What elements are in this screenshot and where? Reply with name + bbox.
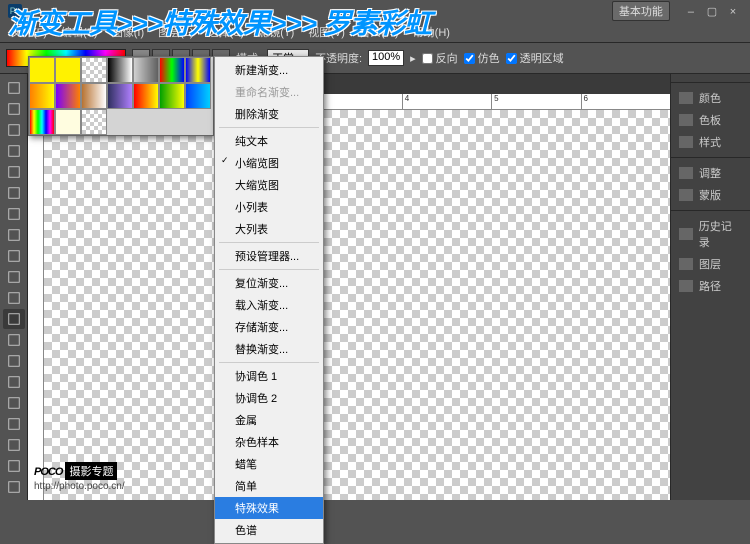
flyout-item[interactable]: 小缩览图	[215, 152, 323, 174]
move-tool[interactable]	[3, 78, 25, 98]
flyout-item: 重命名渐变...	[215, 81, 323, 103]
marquee-tool[interactable]	[3, 99, 25, 119]
gradient-swatch[interactable]	[107, 57, 133, 83]
flyout-item[interactable]: 删除渐变	[215, 103, 323, 125]
panel-paths[interactable]: 路径	[671, 275, 750, 297]
vertical-ruler	[28, 110, 44, 500]
canvas-transparency-checkerboard[interactable]	[44, 110, 670, 500]
layers-icon	[679, 258, 693, 270]
swatches-icon	[679, 114, 693, 126]
flyout-item[interactable]: 协调色 2	[215, 387, 323, 409]
gradient-swatch[interactable]	[185, 83, 211, 109]
panel-mask[interactable]: 蒙版	[671, 184, 750, 206]
gradient-swatch[interactable]	[29, 109, 55, 135]
reverse-checkbox[interactable]: 反向	[422, 50, 458, 66]
flyout-item[interactable]: 存储渐变...	[215, 316, 323, 338]
gradient-swatch[interactable]	[81, 57, 107, 83]
panel-dock: 颜色色板样式调整蒙版历史记录图层路径	[670, 74, 750, 500]
flyout-item[interactable]: 金属	[215, 409, 323, 431]
gradient-swatch[interactable]	[81, 109, 107, 135]
dodge-tool[interactable]	[3, 351, 25, 371]
flyout-item[interactable]: 简单	[215, 475, 323, 497]
flyout-item[interactable]: 特殊效果	[215, 497, 323, 519]
gradient-swatch[interactable]	[159, 57, 185, 83]
gradient-swatch[interactable]	[133, 57, 159, 83]
adjust-icon	[679, 167, 693, 179]
type-tool[interactable]	[3, 393, 25, 413]
flyout-item[interactable]: 大列表	[215, 218, 323, 240]
panel-history[interactable]: 历史记录	[671, 215, 750, 253]
eraser-tool[interactable]	[3, 288, 25, 308]
gradient-swatch[interactable]	[81, 83, 107, 109]
flyout-item[interactable]: 替换渐变...	[215, 338, 323, 360]
canvas-area: 未标题-1 @ ... × 0123456	[28, 74, 670, 500]
flyout-item[interactable]: 协调色 1	[215, 365, 323, 387]
gradient-swatch[interactable]	[107, 83, 133, 109]
gradient-swatch[interactable]	[55, 57, 81, 83]
flyout-item[interactable]: 蜡笔	[215, 453, 323, 475]
history-icon	[679, 228, 693, 240]
paths-icon	[679, 280, 693, 292]
dither-checkbox[interactable]: 仿色	[464, 50, 500, 66]
toolbox	[0, 74, 28, 500]
eyedropper-tool[interactable]	[3, 183, 25, 203]
gradient-swatch[interactable]	[185, 57, 211, 83]
opacity-input[interactable]: 100%	[368, 50, 404, 66]
heal-tool[interactable]	[3, 204, 25, 224]
panel-swatches[interactable]: 色板	[671, 109, 750, 131]
lasso-tool[interactable]	[3, 120, 25, 140]
zoom-tool[interactable]	[3, 477, 25, 497]
transparency-checkbox[interactable]: 透明区域	[506, 50, 564, 66]
gradient-swatch[interactable]	[29, 57, 55, 83]
path-tool[interactable]	[3, 414, 25, 434]
gradient-swatch[interactable]	[55, 109, 81, 135]
gradient-tool[interactable]	[3, 309, 25, 329]
blur-tool[interactable]	[3, 330, 25, 350]
gradient-picker-flyout-menu: 新建渐变...重命名渐变...删除渐变纯文本小缩览图大缩览图小列表大列表预设管理…	[214, 56, 324, 544]
panel-swatches[interactable]: 颜色	[671, 87, 750, 109]
styles-icon	[679, 136, 693, 148]
watermark: POCO 摄影专题 http://photo.poco.cn/	[34, 462, 125, 492]
pen-tool[interactable]	[3, 372, 25, 392]
flyout-item[interactable]: 载入渐变...	[215, 294, 323, 316]
flyout-item[interactable]: 大缩览图	[215, 174, 323, 196]
gradient-swatch[interactable]	[133, 83, 159, 109]
wand-tool[interactable]	[3, 141, 25, 161]
mask-icon	[679, 189, 693, 201]
gradient-swatch[interactable]	[55, 83, 81, 109]
flyout-item[interactable]: 色谱	[215, 519, 323, 541]
flyout-item[interactable]: 纯文本	[215, 130, 323, 152]
flyout-item[interactable]: 杂色样本	[215, 431, 323, 453]
history-brush-tool[interactable]	[3, 267, 25, 287]
shape-tool[interactable]	[3, 435, 25, 455]
gradient-swatch[interactable]	[159, 83, 185, 109]
flyout-item[interactable]: 复位渐变...	[215, 272, 323, 294]
gradient-picker-popup: ▸	[28, 56, 214, 136]
panel-styles[interactable]: 样式	[671, 131, 750, 153]
tutorial-overlay-text: 渐变工具>>>特殊效果>>> 罗素彩虹	[0, 0, 750, 44]
panel-adjust[interactable]: 调整	[671, 162, 750, 184]
gradient-swatch[interactable]	[29, 83, 55, 109]
flyout-item[interactable]: 小列表	[215, 196, 323, 218]
hand-tool[interactable]	[3, 456, 25, 476]
crop-tool[interactable]	[3, 162, 25, 182]
swatches-icon	[679, 92, 693, 104]
brush-tool[interactable]	[3, 225, 25, 245]
stamp-tool[interactable]	[3, 246, 25, 266]
panel-layers[interactable]: 图层	[671, 253, 750, 275]
flyout-item[interactable]: 预设管理器...	[215, 245, 323, 267]
flyout-item[interactable]: 新建渐变...	[215, 59, 323, 81]
